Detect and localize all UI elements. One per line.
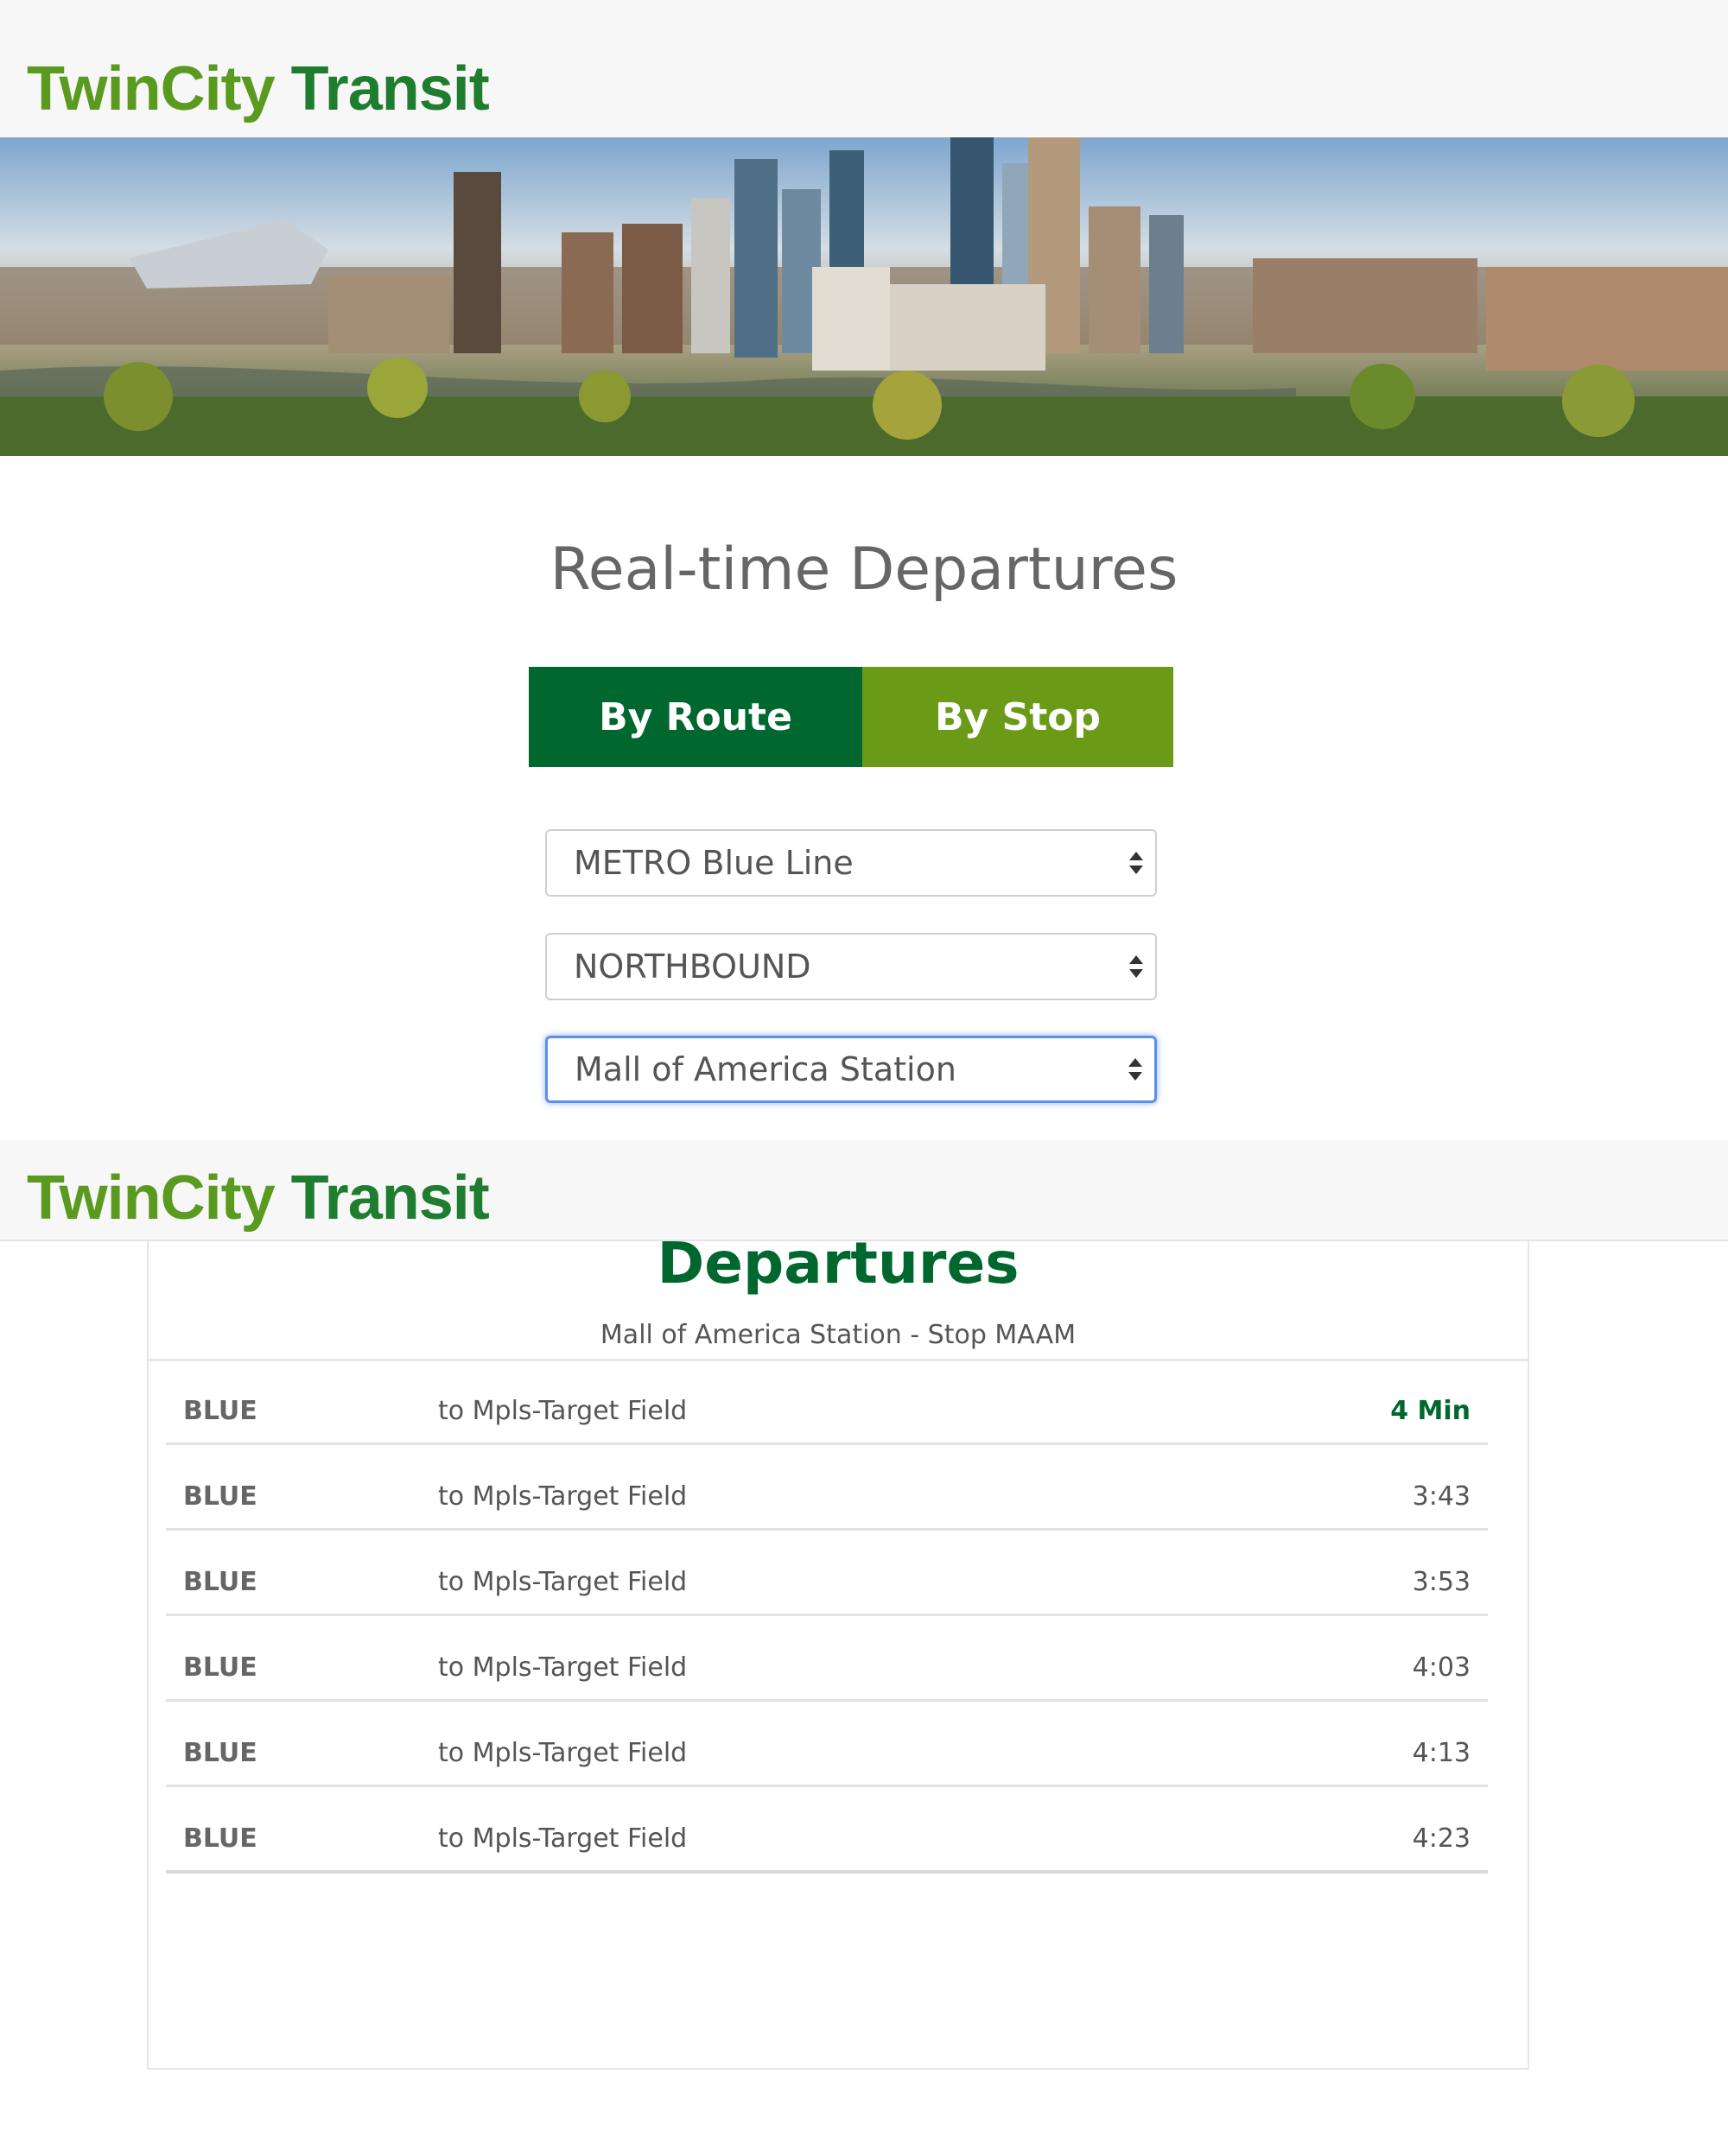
- logo-text-transit: Transit: [290, 1164, 490, 1233]
- direction-select[interactable]: NORTHBOUND: [545, 933, 1157, 1000]
- select-arrows-icon: [1129, 852, 1143, 874]
- direction-select-value: NORTHBOUND: [574, 948, 811, 986]
- route-cell: BLUE: [183, 1652, 257, 1683]
- route-select[interactable]: METRO Blue Line: [545, 829, 1157, 897]
- route-cell: BLUE: [183, 1823, 257, 1854]
- select-arrows-icon: [1129, 955, 1143, 978]
- table-row: BLUE to Mpls-Target Field 3:43: [166, 1445, 1488, 1531]
- tab-by-stop[interactable]: By Stop: [862, 667, 1173, 767]
- departures-subtitle: Mall of America Station - Stop MAAM: [600, 1320, 1077, 1350]
- site-logo[interactable]: TwinCity Transit: [27, 54, 490, 124]
- table-row: BLUE to Mpls-Target Field 4:23: [166, 1787, 1488, 1874]
- route-cell: BLUE: [183, 1738, 257, 1768]
- route-cell: BLUE: [183, 1567, 257, 1597]
- logo-text-twincity: TwinCity: [27, 54, 276, 124]
- time-cell: 3:43: [1412, 1481, 1471, 1512]
- table-row: BLUE to Mpls-Target Field 4 Min: [166, 1360, 1488, 1445]
- skyline-illustration: [0, 137, 1728, 456]
- site-logo[interactable]: TwinCity Transit: [27, 1163, 490, 1233]
- route-cell: BLUE: [183, 1481, 257, 1512]
- route-cell: BLUE: [183, 1396, 257, 1426]
- table-row: BLUE to Mpls-Target Field 4:13: [166, 1702, 1488, 1787]
- stop-select-value: Mall of America Station: [575, 1050, 956, 1088]
- departures-header: Departures Mall of America Station - Sto…: [149, 1230, 1528, 1361]
- tab-by-route[interactable]: By Route: [529, 667, 862, 767]
- table-row: BLUE to Mpls-Target Field 3:53: [166, 1531, 1488, 1616]
- destination-cell: to Mpls-Target Field: [438, 1823, 688, 1854]
- destination-cell: to Mpls-Target Field: [438, 1738, 688, 1768]
- site-header: TwinCity Transit: [0, 0, 1728, 136]
- search-mode-tabs: By Route By Stop: [529, 667, 1173, 767]
- destination-cell: to Mpls-Target Field: [438, 1567, 688, 1597]
- time-cell: 4:03: [1412, 1652, 1471, 1683]
- destination-cell: to Mpls-Target Field: [438, 1481, 688, 1512]
- time-cell: 3:53: [1412, 1567, 1471, 1597]
- destination-cell: to Mpls-Target Field: [438, 1396, 688, 1426]
- table-row: BLUE to Mpls-Target Field 4:03: [166, 1616, 1488, 1702]
- time-cell: 4:23: [1412, 1823, 1471, 1854]
- departures-table: BLUE to Mpls-Target Field 4 Min BLUE to …: [166, 1360, 1488, 1874]
- hero-skyline-image: [0, 137, 1728, 456]
- departures-panel: Departures Mall of America Station - Sto…: [147, 1230, 1529, 2070]
- page-title: Real-time Departures: [550, 536, 1178, 604]
- time-cell: 4:13: [1412, 1738, 1471, 1768]
- logo-text-twincity: TwinCity: [27, 1164, 276, 1233]
- time-cell: 4 Min: [1390, 1396, 1471, 1426]
- destination-cell: to Mpls-Target Field: [438, 1652, 688, 1683]
- sticky-site-header: TwinCity Transit: [0, 1140, 1728, 1241]
- select-arrows-icon: [1128, 1058, 1142, 1081]
- route-select-value: METRO Blue Line: [574, 844, 854, 882]
- logo-text-transit: Transit: [290, 54, 490, 124]
- stop-select[interactable]: Mall of America Station: [545, 1036, 1157, 1103]
